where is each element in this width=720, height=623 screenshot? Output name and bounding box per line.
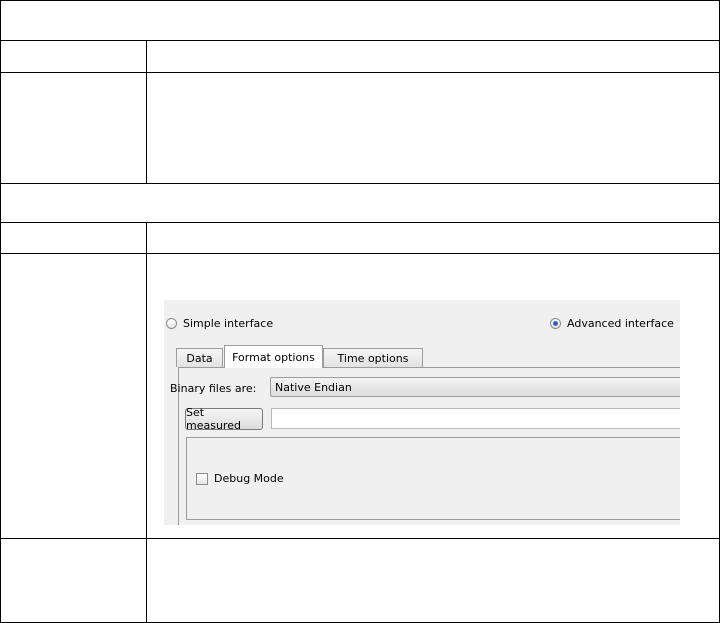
- tab-time-options[interactable]: Time options: [323, 348, 423, 367]
- table-column-divider: [146, 40, 147, 183]
- table-row-divider: [0, 72, 720, 73]
- table-row-divider: [0, 183, 720, 184]
- embedded-dialog-screenshot: Simple interface Advanced interface Data…: [164, 300, 680, 525]
- table-row-divider: [0, 222, 720, 223]
- radio-off-icon: [166, 317, 177, 329]
- simple-interface-label: Simple interface: [183, 316, 274, 330]
- set-measured-input[interactable]: [271, 408, 680, 429]
- table-column-divider: [146, 222, 147, 623]
- table-row-divider: [0, 538, 720, 539]
- radio-on-icon: [550, 317, 561, 329]
- set-measured-button[interactable]: Set measured: [185, 406, 263, 432]
- advanced-interface-radio[interactable]: Advanced interface: [550, 316, 674, 330]
- debug-mode-label: Debug Mode: [214, 472, 284, 485]
- binary-files-label: Binary files are:: [170, 382, 257, 395]
- table-border-top: [0, 0, 720, 1]
- tab-format-options[interactable]: Format options: [224, 345, 323, 368]
- binary-format-value: Native Endian: [275, 380, 352, 394]
- checkbox-unchecked-icon: [196, 472, 208, 485]
- tab-data[interactable]: Data: [176, 348, 223, 367]
- binary-format-select[interactable]: Native Endian: [270, 377, 680, 397]
- table-row-divider: [0, 253, 720, 254]
- debug-mode-checkbox[interactable]: Debug Mode: [196, 472, 284, 485]
- table-border-left: [0, 0, 1, 623]
- simple-interface-radio[interactable]: Simple interface: [166, 316, 273, 330]
- table-row-divider: [0, 40, 720, 41]
- advanced-interface-label: Advanced interface: [567, 316, 674, 330]
